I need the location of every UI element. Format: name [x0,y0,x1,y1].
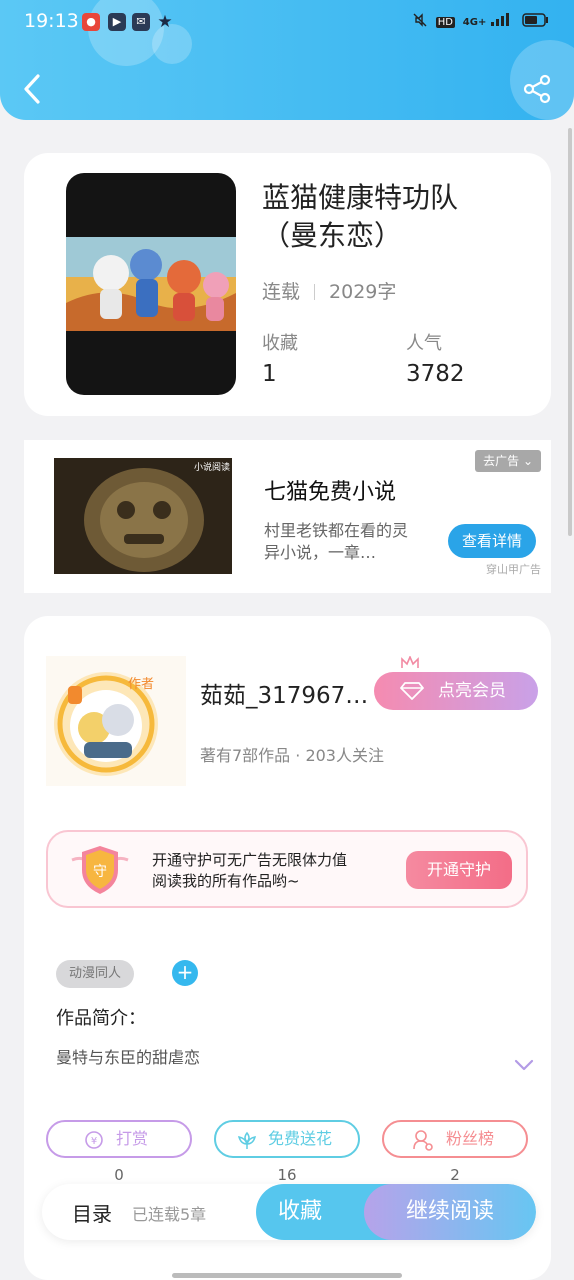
send-flower-label: 免费送花 [268,1129,333,1148]
book-info-card: 蓝猫健康特功队（曼东恋） 连载 2029字 收藏 1 人气 3782 [24,153,551,416]
ad-description: 村里老铁都在看的灵异小说，一章… [264,521,409,562]
status-indicators: HD 4G+ [412,12,550,28]
hd-icon: HD [435,17,455,28]
ad-detail-button[interactable]: 查看详情 [448,524,536,558]
continue-reading-button[interactable]: 继续阅读 [364,1184,536,1240]
chevron-down-icon: ⌄ [522,454,533,468]
avatar-illustration: 作者 [46,656,186,786]
fan-ranking-label: 粉丝榜 [446,1129,495,1148]
serial-info: 已连载5章 [132,1205,207,1224]
status-bar: 19:13 ● ▶ ✉ ★ HD 4G+ [0,10,574,36]
diamond-icon [400,682,424,700]
favorites-value: 1 [262,361,277,387]
popularity-label: 人气 [406,333,442,354]
author-badge: 作者 [128,677,154,692]
book-status: 连载 [262,281,301,303]
mail-notification-icon: ✉ [132,13,150,31]
guard-banner[interactable]: 守 开通守护可无广告无限体力值 阅读我的所有作品哟~ 开通守护 [46,830,528,908]
meta-divider [314,284,316,300]
app-notification-icon: ● [82,13,100,31]
network-type: 4G+ [462,17,487,28]
shield-icon: 守 [71,846,129,894]
mute-icon [413,13,427,27]
author-stats: 著有7部作品 · 203人关注 [200,746,384,765]
add-tag-button[interactable]: + [172,960,198,986]
genre-tag[interactable]: 动漫同人 [56,960,135,988]
intro-label: 作品简介： [56,1008,146,1029]
author-name[interactable]: 茹茹_317967… [200,676,380,710]
signal-icon [491,13,510,26]
ad-source: 穿山甲广告 [486,563,541,576]
book-cover[interactable] [66,173,236,395]
share-icon[interactable] [522,74,552,104]
reward-label: 打赏 [116,1129,149,1148]
ad-title: 七猫免费小说 [264,480,397,505]
book-word-count: 2029字 [329,281,397,303]
home-indicator[interactable] [172,1273,402,1278]
guard-line-1: 开通守护可无广告无限体力值 [152,851,348,869]
expand-chevron-icon[interactable] [514,1058,534,1072]
guard-button[interactable]: 开通守护 [406,851,512,889]
bottom-action-bar: 目录 已连载5章 收藏 继续阅读 [42,1184,536,1240]
author-avatar[interactable]: 作者 [46,656,186,786]
flower-count: 16 [277,1166,297,1184]
shield-icon-label: 守 [93,864,107,880]
status-time: 19:13 [24,10,79,32]
ad-close-button[interactable]: 去广告 ⌄ [475,450,541,472]
reward-button[interactable]: ¥ 打赏 [46,1120,192,1158]
scrollbar[interactable] [568,128,572,536]
intro-text: 曼特与东臣的甜虐恋 [56,1048,201,1067]
guard-text: 开通守护可无广告无限体力值 阅读我的所有作品哟~ [152,850,347,892]
header: 19:13 ● ▶ ✉ ★ HD 4G+ [0,0,574,120]
user-ranking-icon [413,1130,433,1151]
fan-ranking-button[interactable]: 粉丝榜 [382,1120,528,1158]
book-meta: 连载 2029字 [262,277,396,304]
cover-illustration [66,237,236,331]
send-flower-button[interactable]: 免费送花 [214,1120,360,1158]
svg-text:¥: ¥ [91,1136,97,1147]
toc-button[interactable]: 目录 [72,1198,112,1227]
ad-close-label: 去广告 [483,454,520,468]
flower-icon [237,1131,257,1149]
reward-count: 0 [114,1166,124,1184]
author-card: 作者 茹茹_317967… 著有7部作品 · 203人关注 点亮会员 守 开通守… [24,616,551,1280]
book-title: 蓝猫健康特功队（曼东恋） [262,181,459,252]
ad-banner[interactable]: 小说阅读 七猫免费小说 村里老铁都在看的灵异小说，一章… 查看详情 去广告 ⌄ … [24,440,551,593]
ad-image[interactable]: 小说阅读 [54,458,232,574]
crown-icon [401,656,419,668]
fan-count: 2 [450,1166,460,1184]
battery-icon [522,13,548,27]
favorites-label: 收藏 [262,333,298,354]
guard-line-2: 阅读我的所有作品哟~ [152,872,300,890]
video-notification-icon: ▶ [108,13,126,31]
ad-image-caption: 小说阅读 [194,461,230,473]
coin-icon: ¥ [85,1131,103,1149]
vip-button-label: 点亮会员 [438,681,506,701]
vip-button[interactable]: 点亮会员 [374,656,538,710]
star-notification-icon: ★ [157,12,173,32]
ad-illustration: 小说阅读 [54,458,232,574]
back-arrow-icon[interactable] [20,72,44,106]
popularity-value: 3782 [406,361,465,387]
